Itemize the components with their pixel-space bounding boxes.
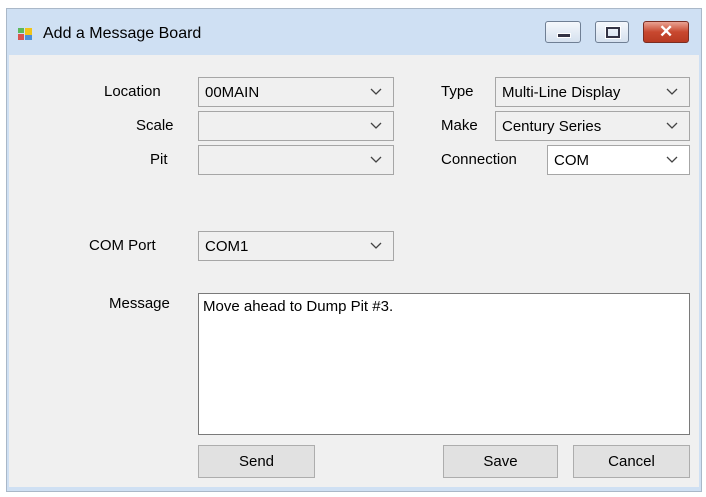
connection-label: Connection	[441, 151, 517, 168]
app-icon	[18, 28, 32, 40]
message-label: Message	[109, 295, 170, 312]
type-dropdown[interactable]: Multi-Line Display	[495, 77, 690, 107]
connection-value: COM	[554, 152, 589, 169]
chevron-down-icon	[370, 242, 382, 249]
com-port-dropdown[interactable]: COM1	[198, 231, 394, 261]
pit-label: Pit	[150, 151, 168, 168]
close-button[interactable]: ✕	[643, 21, 689, 43]
window-title: Add a Message Board	[43, 25, 202, 42]
chevron-down-icon	[666, 122, 678, 129]
com-port-value: COM1	[205, 238, 249, 255]
scale-label: Scale	[136, 117, 174, 134]
make-dropdown[interactable]: Century Series	[495, 111, 690, 141]
maximize-button[interactable]	[595, 21, 629, 43]
close-icon: ✕	[659, 22, 674, 41]
chevron-down-icon	[370, 88, 382, 95]
connection-dropdown[interactable]: COM	[547, 145, 690, 175]
send-button[interactable]: Send	[198, 445, 315, 478]
chevron-down-icon	[666, 156, 678, 163]
chevron-down-icon	[666, 88, 678, 95]
minimize-icon	[557, 33, 571, 38]
chevron-down-icon	[370, 156, 382, 163]
message-textarea[interactable]: Move ahead to Dump Pit #3.	[198, 293, 690, 435]
type-label: Type	[441, 83, 474, 100]
cancel-button[interactable]: Cancel	[573, 445, 690, 478]
location-label: Location	[104, 83, 161, 100]
minimize-button[interactable]	[545, 21, 581, 43]
title-bar[interactable]: Add a Message Board ✕	[7, 9, 701, 55]
save-button[interactable]: Save	[443, 445, 558, 478]
dialog-window: Add a Message Board ✕ Location 00MAIN Sc…	[6, 8, 702, 492]
chevron-down-icon	[370, 122, 382, 129]
type-value: Multi-Line Display	[502, 84, 621, 101]
com-port-label: COM Port	[89, 237, 156, 254]
maximize-icon	[605, 26, 621, 39]
dialog-client-area: Location 00MAIN Scale Pit Type Multi-Lin…	[9, 55, 699, 487]
location-dropdown[interactable]: 00MAIN	[198, 77, 394, 107]
location-value: 00MAIN	[205, 84, 260, 101]
pit-dropdown[interactable]	[198, 145, 394, 175]
scale-dropdown[interactable]	[198, 111, 394, 141]
make-value: Century Series	[502, 118, 602, 135]
make-label: Make	[441, 117, 478, 134]
